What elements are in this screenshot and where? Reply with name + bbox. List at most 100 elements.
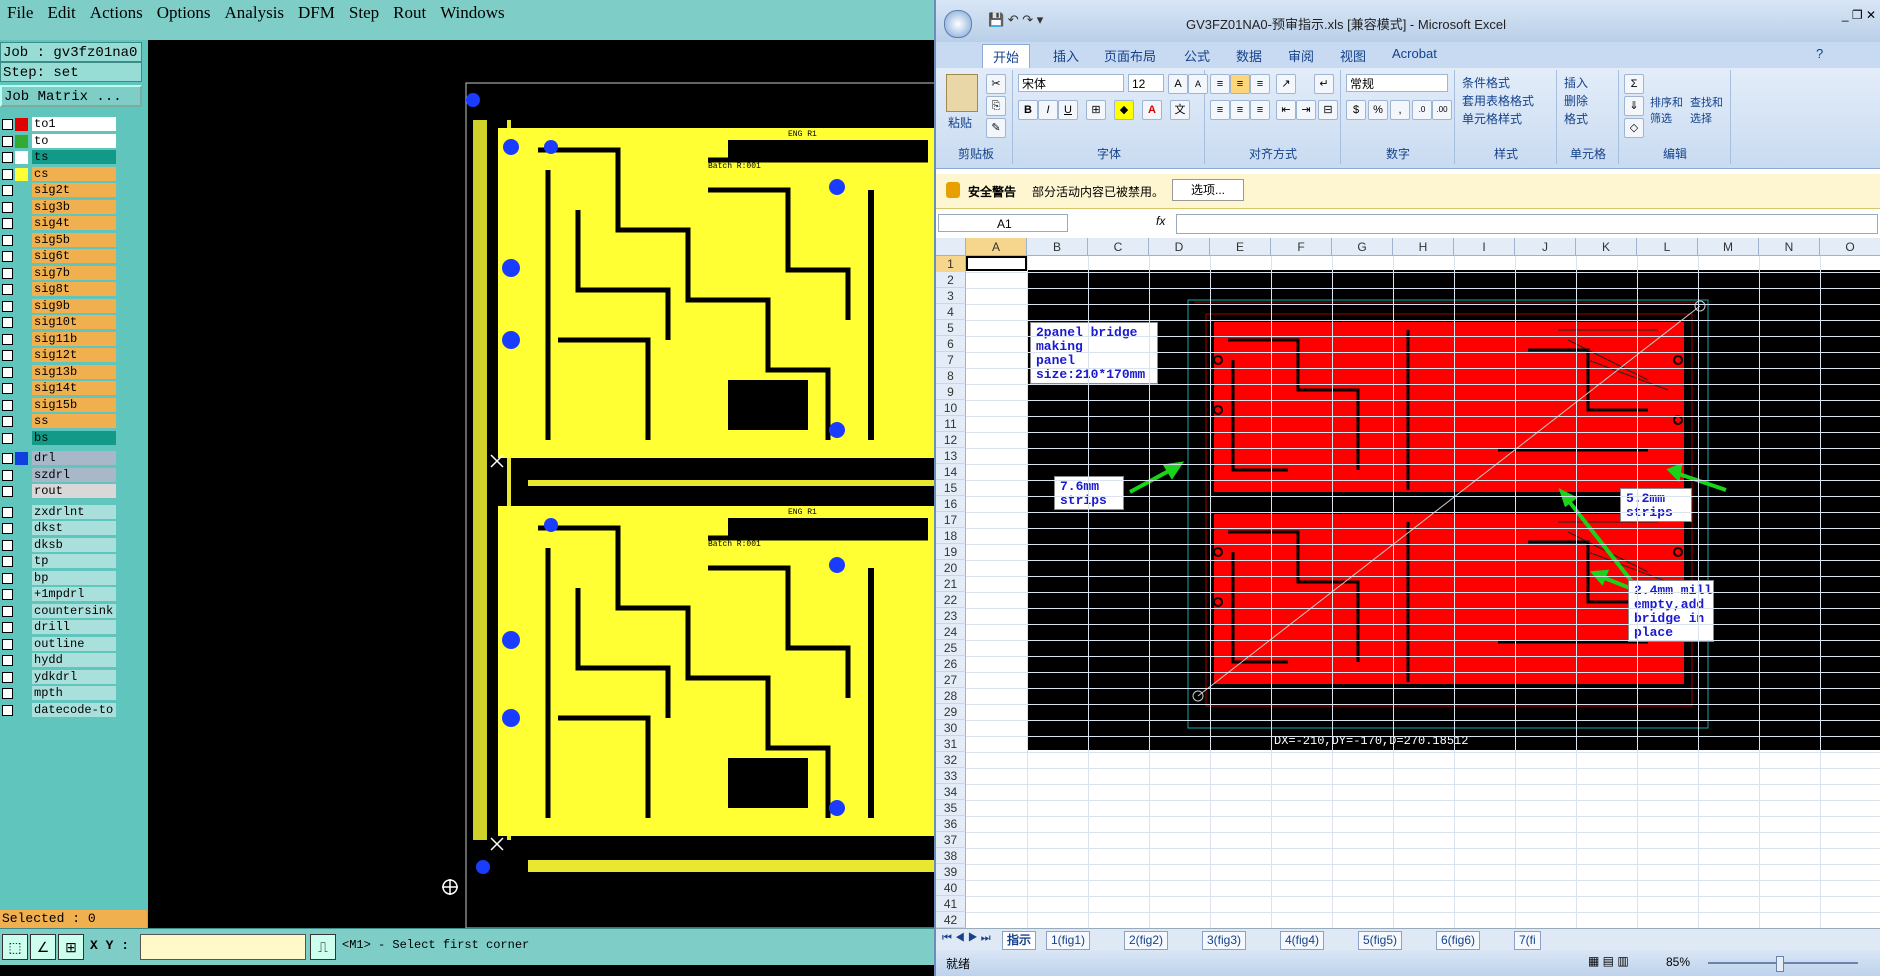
layer-color-swatch[interactable] <box>15 621 28 634</box>
sheet-tab[interactable]: 1(fig1) <box>1046 931 1091 950</box>
layer-checkbox[interactable] <box>2 267 13 279</box>
row-header[interactable]: 17 <box>936 512 966 528</box>
layer-checkbox[interactable] <box>2 655 13 666</box>
layer-checkbox[interactable] <box>2 300 13 312</box>
layer-checkbox[interactable] <box>2 201 13 213</box>
layer-checkbox[interactable] <box>2 234 13 246</box>
row-header[interactable]: 22 <box>936 592 966 608</box>
view-mode-icons[interactable]: ▦ ▤ ▥ <box>1588 954 1629 968</box>
layer-color-swatch[interactable] <box>15 217 28 230</box>
layer-color-swatch[interactable] <box>15 506 28 519</box>
decrease-indent-icon[interactable]: ⇤ <box>1276 100 1296 120</box>
paste-icon[interactable] <box>946 74 978 112</box>
align-top-icon[interactable]: ≡ <box>1210 74 1230 94</box>
layer-row[interactable]: sig6t <box>0 249 118 264</box>
zoom-slider-thumb[interactable] <box>1776 956 1784 972</box>
layer-color-swatch[interactable] <box>15 267 28 280</box>
layer-row[interactable]: bs <box>0 430 118 446</box>
row-header[interactable]: 41 <box>936 896 966 912</box>
layer-checkbox[interactable] <box>2 671 13 683</box>
format-as-table-button[interactable]: 套用表格格式 <box>1462 92 1534 109</box>
layer-checkbox[interactable] <box>2 556 13 567</box>
row-header[interactable]: 3 <box>936 288 966 304</box>
row-header[interactable]: 16 <box>936 496 966 512</box>
row-header[interactable]: 12 <box>936 432 966 448</box>
row-header[interactable]: 27 <box>936 672 966 688</box>
sheet-tab[interactable]: 5(fig5) <box>1358 931 1403 950</box>
menu-file[interactable]: File <box>0 0 40 23</box>
row-header[interactable]: 6 <box>936 336 966 352</box>
layer-checkbox[interactable] <box>2 350 13 361</box>
layer-row[interactable]: sig14t <box>0 381 118 396</box>
layer-color-swatch[interactable] <box>15 469 28 482</box>
align-center-icon[interactable]: ≡ <box>1230 100 1250 120</box>
layer-row[interactable]: to <box>0 133 118 149</box>
layer-color-swatch[interactable] <box>15 118 28 131</box>
column-header[interactable]: I <box>1454 238 1515 256</box>
conditional-format-button[interactable]: 条件格式 <box>1462 74 1510 91</box>
layer-checkbox[interactable] <box>2 539 13 551</box>
row-header[interactable]: 18 <box>936 528 966 544</box>
layer-row[interactable]: sig13b <box>0 364 118 380</box>
quick-access-icons[interactable]: 💾 ↶ ↷ ▾ <box>988 12 1043 28</box>
row-header[interactable]: 37 <box>936 832 966 848</box>
layer-row[interactable]: ydkdrl <box>0 669 118 685</box>
row-header[interactable]: 23 <box>936 608 966 624</box>
tab-insert[interactable]: 插入 <box>1053 46 1079 65</box>
layer-checkbox[interactable] <box>2 572 13 584</box>
row-header[interactable]: 26 <box>936 656 966 672</box>
column-header[interactable]: C <box>1088 238 1149 256</box>
menu-step[interactable]: Step <box>342 0 386 23</box>
office-button[interactable] <box>944 10 972 38</box>
select-all-corner[interactable] <box>936 238 966 256</box>
column-header[interactable]: O <box>1820 238 1880 256</box>
layer-color-swatch[interactable] <box>15 522 28 535</box>
layer-color-swatch[interactable] <box>15 184 28 197</box>
column-header[interactable]: G <box>1332 238 1393 256</box>
layer-row[interactable]: sig8t <box>0 282 118 297</box>
formula-input[interactable] <box>1176 214 1878 234</box>
row-header[interactable]: 34 <box>936 784 966 800</box>
layer-checkbox[interactable] <box>2 218 13 229</box>
layer-checkbox[interactable] <box>2 486 13 497</box>
genesis-graphic-canvas[interactable]: ENG R1 WEEO 011180l Batch R:001 ENG R1 W… <box>148 40 948 929</box>
tab-review[interactable]: 审阅 <box>1288 46 1314 65</box>
wrap-text-icon[interactable]: ↵ <box>1314 74 1334 94</box>
layer-row[interactable]: outline <box>0 636 118 652</box>
row-header[interactable]: 25 <box>936 640 966 656</box>
layer-checkbox[interactable] <box>2 366 13 378</box>
align-right-icon[interactable]: ≡ <box>1250 100 1270 120</box>
column-header[interactable]: J <box>1515 238 1576 256</box>
font-name-select[interactable]: 宋体 <box>1018 74 1124 92</box>
row-header[interactable]: 32 <box>936 752 966 768</box>
column-header[interactable]: M <box>1698 238 1759 256</box>
menu-rout[interactable]: Rout <box>386 0 433 23</box>
layer-row[interactable]: ss <box>0 414 118 429</box>
layer-checkbox[interactable] <box>2 119 13 130</box>
layer-row[interactable]: zxdrlnt <box>0 504 118 520</box>
layer-row[interactable]: drl <box>0 451 118 466</box>
layer-color-swatch[interactable] <box>15 382 28 395</box>
layer-row[interactable]: cs <box>0 166 118 182</box>
layer-color-swatch[interactable] <box>15 151 28 164</box>
column-header[interactable]: B <box>1027 238 1088 256</box>
layer-color-swatch[interactable] <box>15 201 28 214</box>
row-header[interactable]: 14 <box>936 464 966 480</box>
layer-color-swatch[interactable] <box>15 704 28 717</box>
layer-checkbox[interactable] <box>2 168 13 180</box>
window-controls[interactable]: _ ❐ ✕ <box>1786 8 1876 26</box>
bold-icon[interactable]: B <box>1018 100 1038 120</box>
row-header[interactable]: 24 <box>936 624 966 640</box>
layer-row[interactable]: sig10t <box>0 315 118 330</box>
job-matrix-button[interactable]: Job Matrix ... <box>0 85 142 107</box>
layer-color-swatch[interactable] <box>15 539 28 552</box>
row-header[interactable]: 15 <box>936 480 966 496</box>
sheet-tab[interactable]: 4(fig4) <box>1280 931 1325 950</box>
layer-color-swatch[interactable] <box>15 234 28 247</box>
layer-color-swatch[interactable] <box>15 555 28 568</box>
layer-row[interactable]: sig3b <box>0 199 118 215</box>
layer-checkbox[interactable] <box>2 638 13 650</box>
font-size-select[interactable]: 12 <box>1128 74 1164 92</box>
align-bottom-icon[interactable]: ≡ <box>1250 74 1270 94</box>
number-format-select[interactable]: 常规 <box>1346 74 1448 92</box>
